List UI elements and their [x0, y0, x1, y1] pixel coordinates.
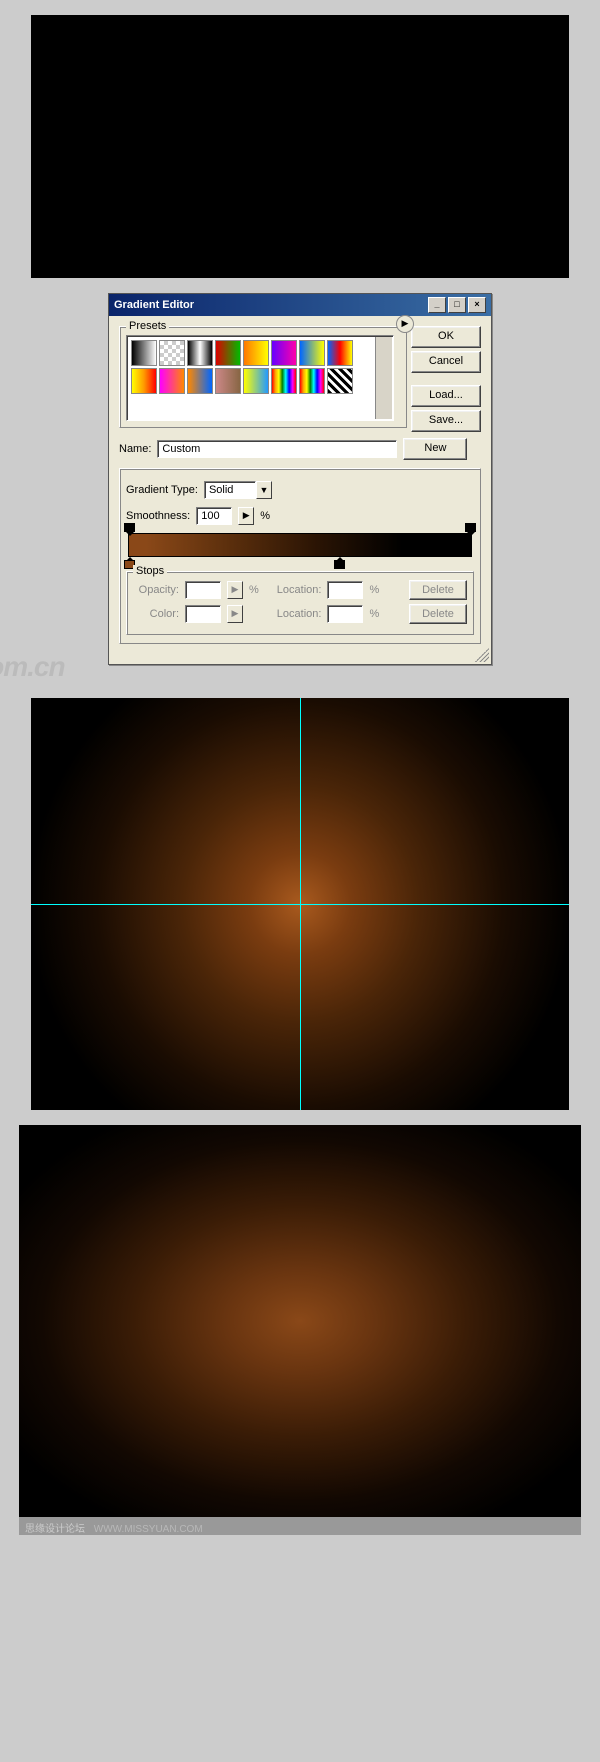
preset-swatch[interactable]	[271, 368, 297, 394]
close-button[interactable]: ×	[468, 297, 486, 313]
preset-swatch[interactable]	[327, 340, 353, 366]
preset-swatch[interactable]	[187, 340, 213, 366]
gradient-bar-editor[interactable]	[128, 533, 472, 557]
preset-swatch[interactable]	[243, 368, 269, 394]
footer-main: 思缘设计论坛	[25, 1524, 85, 1535]
gradient-type-label: Gradient Type:	[126, 484, 198, 496]
load-button[interactable]: Load...	[411, 385, 481, 407]
preset-swatch[interactable]	[215, 340, 241, 366]
presets-legend: Presets	[126, 320, 169, 332]
preset-swatch[interactable]	[243, 340, 269, 366]
stop-location-input-2	[327, 605, 363, 623]
percent-label: %	[260, 510, 270, 522]
name-input[interactable]	[157, 440, 397, 458]
dialog-title: Gradient Editor	[114, 299, 194, 311]
preset-swatch[interactable]	[187, 368, 213, 394]
preset-swatch[interactable]	[299, 340, 325, 366]
opacity-stop[interactable]	[124, 523, 135, 533]
footer-url: WWW.MISSYUAN.COM	[94, 1524, 203, 1535]
preset-swatch[interactable]	[131, 368, 157, 394]
gradient-type-select[interactable]: ▼	[204, 481, 272, 499]
canvas-radial-gradient-guides	[31, 698, 569, 1110]
smoothness-stepper[interactable]: ▶	[238, 507, 254, 525]
opacity-stop[interactable]	[465, 523, 476, 533]
name-label: Name:	[119, 443, 151, 455]
save-button[interactable]: Save...	[411, 410, 481, 432]
new-button[interactable]: New	[403, 438, 467, 460]
gradient-preview-bar	[128, 533, 472, 557]
preset-swatch[interactable]	[299, 368, 325, 394]
preset-swatch[interactable]	[159, 340, 185, 366]
chevron-down-icon[interactable]: ▼	[256, 481, 272, 499]
smoothness-input[interactable]	[196, 507, 232, 525]
color-picker-button: ▶	[227, 605, 243, 623]
preset-swatch[interactable]	[131, 340, 157, 366]
presets-list	[126, 335, 394, 421]
preset-swatch[interactable]	[159, 368, 185, 394]
gradient-editor-dialog: Gradient Editor _ □ × OK Cancel Load... …	[108, 293, 492, 665]
presets-scrollbar[interactable]	[375, 337, 392, 419]
cancel-button[interactable]: Cancel	[411, 351, 481, 373]
stop-color-input	[185, 605, 221, 623]
footer-bar: 思缘设计论坛 WWW.MISSYUAN.COM	[19, 1517, 581, 1535]
location-label: Location:	[277, 584, 322, 596]
ok-button[interactable]: OK	[411, 326, 481, 348]
delete-opacity-stop-button: Delete	[409, 580, 467, 600]
location-label-2: Location:	[277, 608, 322, 620]
maximize-button[interactable]: □	[448, 297, 466, 313]
opacity-label: Opacity:	[133, 584, 179, 596]
smoothness-label: Smoothness:	[126, 510, 190, 522]
opacity-stepper: ▶	[227, 581, 243, 599]
vertical-guide	[300, 698, 301, 1110]
canvas-black-rect	[31, 15, 569, 278]
stop-location-input	[327, 581, 363, 599]
preset-swatch[interactable]	[271, 340, 297, 366]
dialog-titlebar[interactable]: Gradient Editor _ □ ×	[109, 294, 491, 316]
delete-color-stop-button: Delete	[409, 604, 467, 624]
minimize-button[interactable]: _	[428, 297, 446, 313]
resize-grip[interactable]	[475, 648, 489, 662]
presets-menu-icon[interactable]: ▶	[396, 315, 414, 333]
stops-legend: Stops	[133, 565, 167, 577]
canvas-radial-gradient	[19, 1125, 581, 1517]
stop-opacity-input	[185, 581, 221, 599]
preset-swatch[interactable]	[327, 368, 353, 394]
color-label: Color:	[133, 608, 179, 620]
color-stop[interactable]	[334, 557, 345, 569]
preset-swatch[interactable]	[215, 368, 241, 394]
